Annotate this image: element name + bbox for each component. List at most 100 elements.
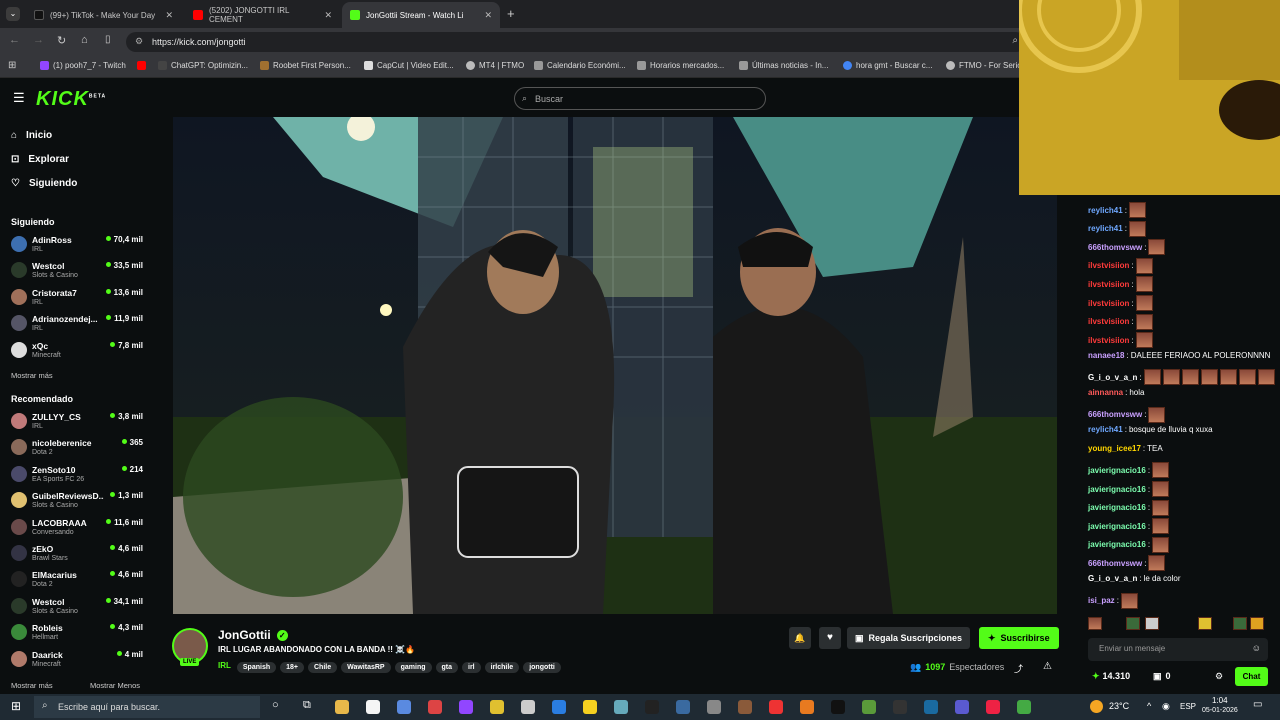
nav-siguiendo[interactable]: ♡ Siguiendo [11,178,77,189]
channel-item[interactable]: Westcol Slots & Casino 33,5 mil [11,259,145,283]
taskbar-app-icon[interactable] [645,700,659,714]
language-indicator[interactable]: ESP [1180,702,1196,711]
chat-username[interactable]: G_i_o_v_a_n [1088,373,1137,382]
chat-username[interactable]: javierignacio16 [1088,485,1146,494]
tag-pill[interactable]: jongotti [523,662,561,673]
chat-send-button[interactable]: Chat [1235,667,1268,686]
chat-username[interactable]: javierignacio16 [1088,540,1146,549]
taskbar-app-icon[interactable] [676,700,690,714]
chat-username[interactable]: 666thomvsww [1088,410,1142,419]
chat-username[interactable]: ilvstvisiion [1088,299,1129,308]
video-player[interactable] [173,117,1057,614]
report-icon[interactable]: ⚠ [1043,661,1052,672]
channel-item[interactable]: Westcol Slots & Casino 34,1 mil [11,595,145,619]
chat-username[interactable]: reylich41 [1088,224,1123,233]
menu-icon[interactable]: ☰ [13,90,25,106]
bookmark-chatgpt[interactable]: ChatGPT: Optimizin... [158,61,248,70]
search-input[interactable]: ⌕ Buscar [514,87,766,110]
category-link[interactable]: IRL [218,661,231,670]
channel-item[interactable]: Daarick Minecraft 4 mil [11,648,145,672]
chat-username[interactable]: 666thomvsww [1088,559,1142,568]
chat-username[interactable]: ilvstvisiion [1088,280,1129,289]
emote-icon[interactable] [1250,617,1264,630]
taskbar-app-icon[interactable] [738,700,752,714]
tab-youtube[interactable]: (5202) JONGOTTI IRL CEMENT ✕ [185,2,340,28]
subscribe-button[interactable]: ✦ Suscribirse [979,627,1059,649]
bookmark-capcut[interactable]: CapCut | Video Edit... [364,61,454,70]
zoom-icon[interactable]: ⌕ [1012,35,1018,46]
chat-username[interactable]: reylich41 [1088,206,1123,215]
forward-icon[interactable]: → [33,34,44,46]
chat-username[interactable]: reylich41 [1088,425,1123,434]
tab-kick[interactable]: JonGottii Stream - Watch Li ✕ [342,2,500,28]
tag-pill[interactable]: irlchile [484,662,520,673]
address-bar[interactable]: ⚙ https://kick.com/jongotti ⌕ [126,32,1026,52]
bookmark-youtube[interactable] [137,61,146,70]
notifications-icon[interactable]: ▭ [1253,699,1262,710]
taskbar-app-icon[interactable] [552,700,566,714]
taskbar-app-icon[interactable] [986,700,1000,714]
channel-item[interactable]: xQc Minecraft 7,8 mil [11,339,145,363]
nav-inicio[interactable]: ⌂ Inicio [11,130,52,141]
channel-points[interactable]: ✦ 14.310 [1092,671,1130,682]
tab-search-icon[interactable]: ⌄ [6,7,20,21]
nav-explorar[interactable]: ⊡ Explorar [11,154,69,165]
taskbar-app-icon[interactable] [1017,700,1031,714]
channel-item[interactable]: ZenSoto10 EA Sports FC 26 214 [11,463,145,487]
cortana-icon[interactable]: ○ [272,699,279,711]
taskbar-app-icon[interactable] [614,700,628,714]
chat-username[interactable]: isi_paz [1088,596,1115,605]
taskbar-app-icon[interactable] [893,700,907,714]
chat-username[interactable]: nanaee18 [1088,351,1124,360]
close-icon[interactable]: ✕ [484,10,492,21]
bookmark-twitch[interactable]: (1) pooh7_7 - Twitch [40,61,126,70]
taskbar-app-icon[interactable] [707,700,721,714]
show-more-recommended-button[interactable]: Mostrar más [11,681,53,690]
emote-icon[interactable] [1233,617,1247,630]
back-icon[interactable]: ← [9,34,20,46]
taskbar-app-icon[interactable] [583,700,597,714]
bookmark-noticias[interactable]: Últimas noticias - In... [739,61,828,70]
channel-item[interactable]: AdinRoss IRL 70,4 mil [11,233,145,257]
chat-username[interactable]: G_i_o_v_a_n [1088,574,1137,583]
kick-logo[interactable]: KICKBETA [36,88,106,111]
apps-icon[interactable]: ⊞ [8,60,16,71]
bookmark-calendario[interactable]: Calendario Económi... [534,61,626,70]
taskbar-app-icon[interactable] [397,700,411,714]
taskbar-app-icon[interactable] [800,700,814,714]
channel-item[interactable]: ZULLYY_CS IRL 3,8 mil [11,410,145,434]
channel-item[interactable]: nicoleberenice Dota 2 365 [11,436,145,460]
channel-item[interactable]: zEkO Brawl Stars 4,6 mil [11,542,145,566]
emote-icon[interactable] [1145,617,1159,630]
site-info-icon[interactable]: ⚙ [135,36,143,47]
taskbar-app-icon[interactable] [366,700,380,714]
close-icon[interactable]: ✕ [324,10,332,21]
home-browser-icon[interactable]: ⌂ [81,34,88,46]
chat-input[interactable]: Enviar un mensaje ☺ [1088,638,1268,661]
chat-username[interactable]: javierignacio16 [1088,466,1146,475]
bookmark-horagmt[interactable]: hora gmt - Buscar c... [843,61,932,70]
emote-icon[interactable] [1088,617,1102,630]
chat-username[interactable]: ilvstvisiion [1088,261,1129,270]
reload-icon[interactable]: ↻ [57,34,66,47]
taskbar-app-icon[interactable] [831,700,845,714]
bookmark-horarios[interactable]: Horarios mercados... [637,61,724,70]
close-icon[interactable]: ✕ [165,10,173,21]
bookmark-mt4[interactable]: MT4 | FTMO [466,61,524,70]
channel-item[interactable]: GuibelReviewsD... Slots & Casino 1,3 mil [11,489,145,513]
taskbar-app-icon[interactable] [955,700,969,714]
emote-icon[interactable] [1126,617,1140,630]
taskbar-app-icon[interactable] [428,700,442,714]
tag-pill[interactable]: gta [435,662,458,673]
gift-subs-button[interactable]: ▣ Regala Suscripciones [847,627,971,649]
tag-pill[interactable]: Spanish [236,662,277,673]
chat-username[interactable]: 666thomvsww [1088,243,1142,252]
channel-item[interactable]: Robleis Hellmart 4,3 mil [11,621,145,645]
channel-item[interactable]: LACOBRAAA Conversando 11,6 mil [11,516,145,540]
tray-chevron-icon[interactable]: ^ [1147,701,1151,711]
bookmark-roobet[interactable]: Roobet First Person... [260,61,351,70]
clock-date[interactable]: 05-01-2026 [1202,707,1238,714]
network-icon[interactable]: ◉ [1162,701,1170,712]
taskbar-app-icon[interactable] [521,700,535,714]
share-icon[interactable]: ⤴ [1014,662,1023,675]
